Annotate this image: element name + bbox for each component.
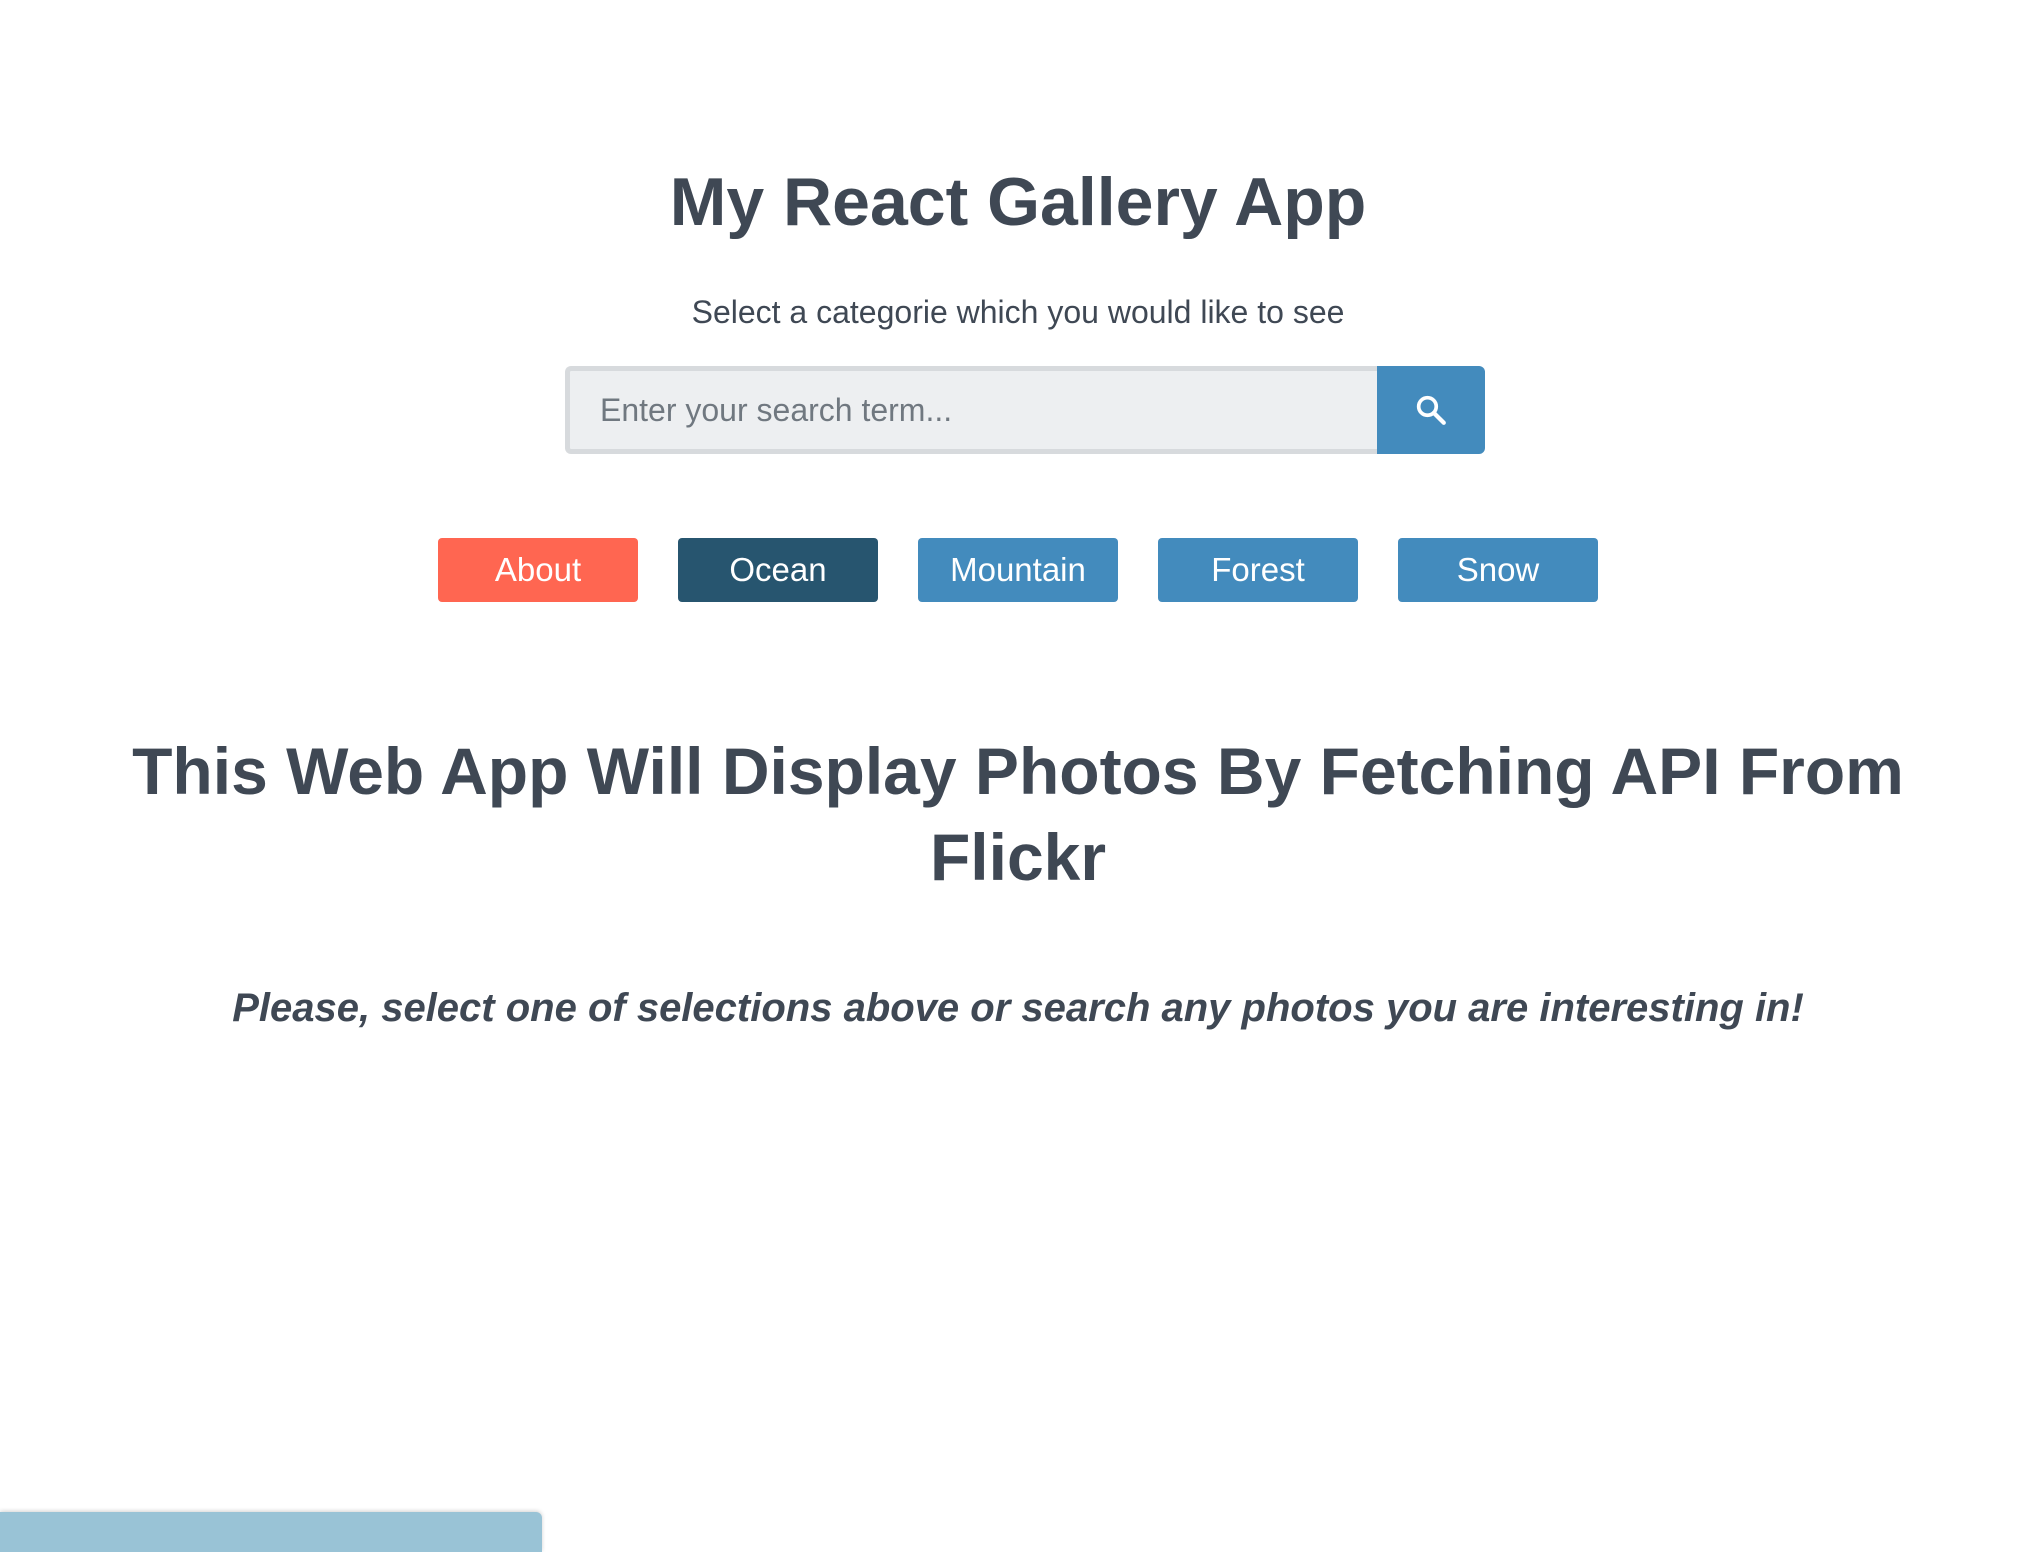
search-icon	[1416, 395, 1446, 425]
nav-snow-button[interactable]: Snow	[1398, 538, 1598, 602]
instruction-text: Please, select one of selections above o…	[232, 986, 1804, 1030]
page-subtitle: Select a categorie which you would like …	[691, 294, 1345, 330]
nav-ocean-button[interactable]: Ocean	[678, 538, 878, 602]
search-button[interactable]	[1377, 366, 1485, 454]
page-title: My React Gallery App	[669, 164, 1367, 240]
nav-about-button[interactable]: About	[438, 538, 638, 602]
main-heading: This Web App Will Display Photos By Fetc…	[132, 734, 1904, 894]
category-nav: About Ocean Mountain Forest Snow	[0, 538, 2036, 602]
search-input[interactable]	[565, 366, 1377, 454]
app-container: My React Gallery App Select a categorie …	[0, 0, 2036, 1552]
search-form	[565, 366, 1485, 454]
nav-mountain-button[interactable]: Mountain	[918, 538, 1118, 602]
nav-forest-button[interactable]: Forest	[1158, 538, 1358, 602]
bottom-panel	[0, 1512, 542, 1552]
